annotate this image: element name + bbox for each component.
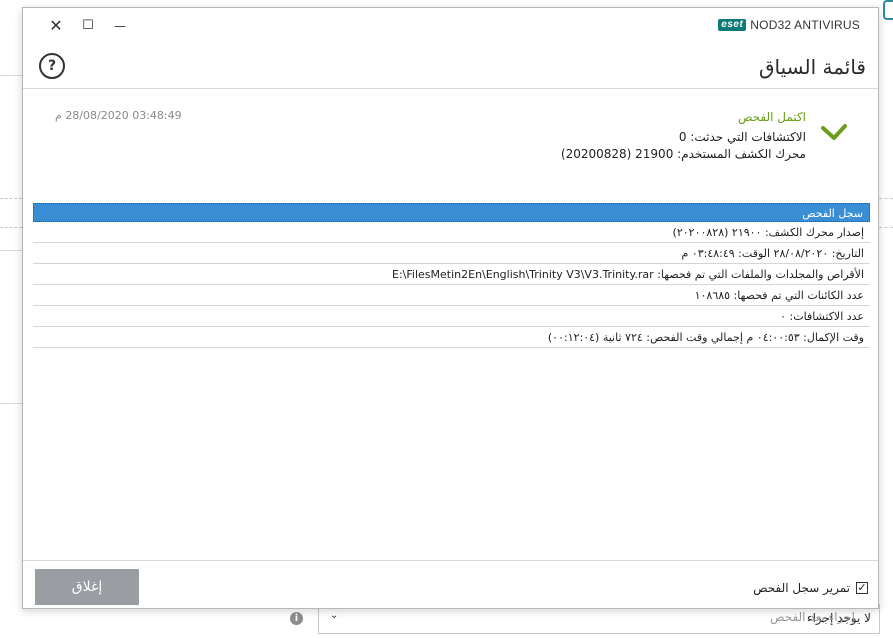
scan-status: اكتمل الفحص الاكتشافات التي حدثت: 0 محرك… — [561, 109, 806, 162]
log-row[interactable]: التاريخ: ٢٨/٠٨/٢٠٢٠ الوقت: ٠٣:٤٨:٤٩ م — [33, 243, 870, 264]
background-dashed-line — [0, 227, 22, 228]
scan-log-dialog: ✕ ☐ — eset NOD32 ANTIVIRUS ? قائمة السيا… — [22, 7, 879, 609]
log-row[interactable]: إصدار محرك الكشف: ٢١٩٠٠ (٢٠٢٠٠٨٢٨) — [33, 222, 870, 243]
maximize-window-icon[interactable]: ☐ — [79, 17, 97, 35]
check-icon — [821, 124, 847, 140]
background-divider — [0, 250, 22, 251]
post-scan-action-label: إجراء بعد الفحص — [770, 610, 855, 624]
background-dashed-line — [879, 227, 893, 228]
help-icon[interactable]: ? — [39, 53, 65, 79]
background-divider — [0, 75, 22, 76]
title-divider — [23, 88, 878, 89]
footer-divider — [23, 560, 878, 561]
info-icon[interactable]: i — [290, 612, 303, 625]
brand: eset NOD32 ANTIVIRUS — [718, 18, 860, 32]
detections-count: الاكتشافات التي حدثت: 0 — [678, 130, 806, 144]
page-title: قائمة السياق — [758, 55, 866, 79]
scroll-log-option[interactable]: ✓ تمرير سجل الفحص — [753, 581, 868, 595]
log-row[interactable]: وقت الإكمال: ٠٤:٠٠:٥٣ م إجمالي وقت الفحص… — [33, 327, 870, 348]
log-row[interactable]: عدد الكائنات التي تم فحصها: ١٠٨٦٨٥ — [33, 285, 870, 306]
close-window-icon[interactable]: ✕ — [47, 17, 65, 35]
log-header[interactable]: سجل الفحص — [33, 203, 870, 222]
background-dashed-line — [879, 198, 893, 199]
scroll-log-checkbox[interactable]: ✓ — [856, 582, 868, 594]
scan-complete-label: اكتمل الفحص — [737, 110, 806, 124]
background-window-edge — [883, 0, 893, 20]
minimize-window-icon[interactable]: — — [111, 17, 129, 35]
scan-timestamp: 03:48:49 28/08/2020 م — [55, 109, 182, 122]
log-row[interactable]: الأقراص والمجلدات والملفات التي تم فحصها… — [33, 264, 870, 285]
close-button[interactable]: إغلاق — [35, 569, 139, 605]
log-row[interactable]: عدد الاكتشافات: ٠ — [33, 306, 870, 327]
scroll-log-label: تمرير سجل الفحص — [753, 581, 850, 595]
product-name: NOD32 ANTIVIRUS — [750, 18, 860, 32]
engine-version: محرك الكشف المستخدم: 21900 (20200828) — [560, 147, 806, 161]
background-dashed-line — [0, 198, 22, 199]
background-divider — [0, 403, 22, 404]
chevron-down-icon[interactable]: ⌄ — [330, 610, 338, 621]
eset-logo: eset — [718, 19, 747, 31]
scan-log[interactable]: سجل الفحص إصدار محرك الكشف: ٢١٩٠٠ (٢٠٢٠٠… — [33, 203, 870, 348]
